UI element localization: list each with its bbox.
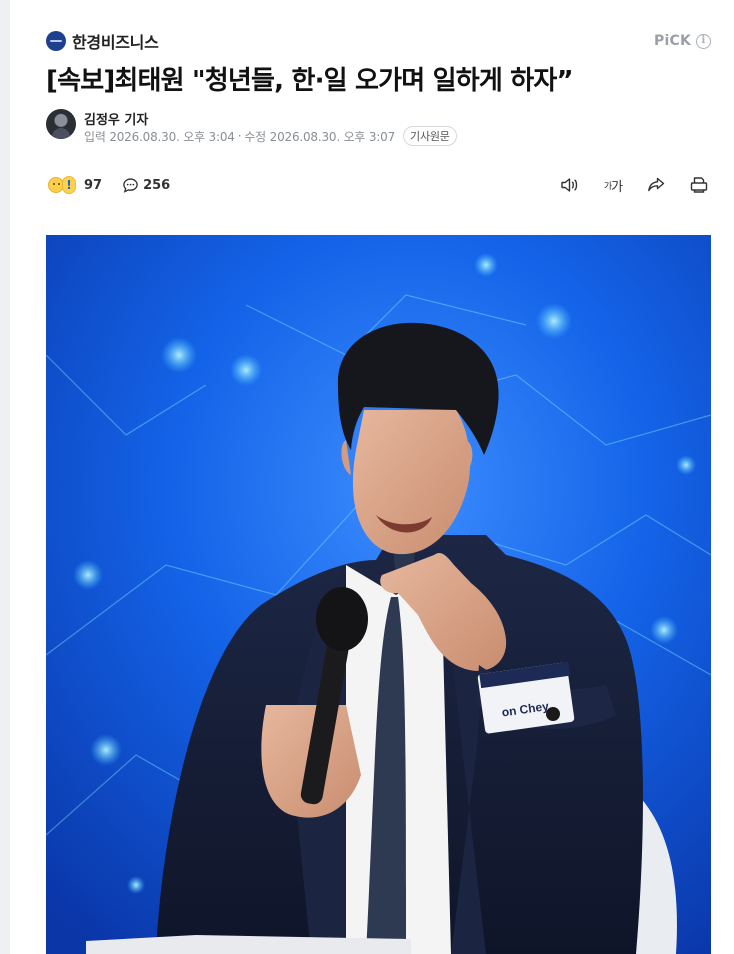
comment-button[interactable]: 256 bbox=[122, 177, 170, 194]
pick-badge[interactable]: PiCK i bbox=[654, 33, 711, 49]
font-size-button[interactable]: 가가 bbox=[601, 173, 625, 197]
press-header: 한경비즈니스 PiCK i bbox=[46, 30, 711, 52]
reaction-button[interactable]: ! 97 bbox=[46, 175, 102, 195]
reporter-avatar[interactable] bbox=[46, 109, 76, 139]
audio-button[interactable] bbox=[558, 173, 582, 197]
byline: 김정우 기자 입력 2026.08.30. 오후 3:04 · 수정 2026.… bbox=[46, 109, 646, 146]
comment-icon bbox=[123, 177, 138, 193]
info-icon[interactable]: i bbox=[696, 33, 711, 49]
comment-count: 256 bbox=[143, 177, 171, 193]
original-article-link[interactable]: 기사원문 bbox=[403, 126, 457, 146]
share-button[interactable] bbox=[644, 173, 668, 197]
reaction-count: 97 bbox=[84, 177, 103, 193]
reaction-emoji-icon: ! bbox=[46, 175, 80, 195]
article-photo: on Chey bbox=[46, 235, 711, 954]
share-icon bbox=[648, 177, 665, 192]
exclamation-emoji-icon: ! bbox=[62, 176, 76, 194]
press-logo-icon[interactable] bbox=[46, 31, 66, 51]
pick-label: PiCK bbox=[654, 33, 691, 49]
left-rail bbox=[0, 0, 10, 954]
article-tools: 가가 bbox=[539, 173, 711, 197]
speaker-photo: on Chey bbox=[46, 235, 711, 954]
date-separator: · bbox=[237, 129, 242, 143]
article-dates: 입력 2026.08.30. 오후 3:04 · 수정 2026.08.30. … bbox=[84, 126, 457, 146]
input-label: 입력 bbox=[84, 129, 106, 144]
modified-time: 2026.08.30. 오후 3:07 bbox=[269, 129, 396, 144]
font-size-small-label: 가 bbox=[603, 181, 612, 192]
input-time: 2026.08.30. 오후 3:04 bbox=[109, 129, 235, 144]
press-name[interactable]: 한경비즈니스 bbox=[72, 29, 159, 53]
article-actions: ! 97 256 가가 bbox=[46, 173, 711, 197]
font-size-large-label: 가 bbox=[611, 179, 623, 195]
modified-label: 수정 bbox=[244, 129, 267, 144]
print-icon bbox=[690, 177, 708, 193]
print-button[interactable] bbox=[687, 173, 711, 197]
audio-icon bbox=[561, 178, 578, 192]
article-headline: [속보]최태원 "청년들, 한·일 오가며 일하게 하자” bbox=[46, 66, 574, 96]
